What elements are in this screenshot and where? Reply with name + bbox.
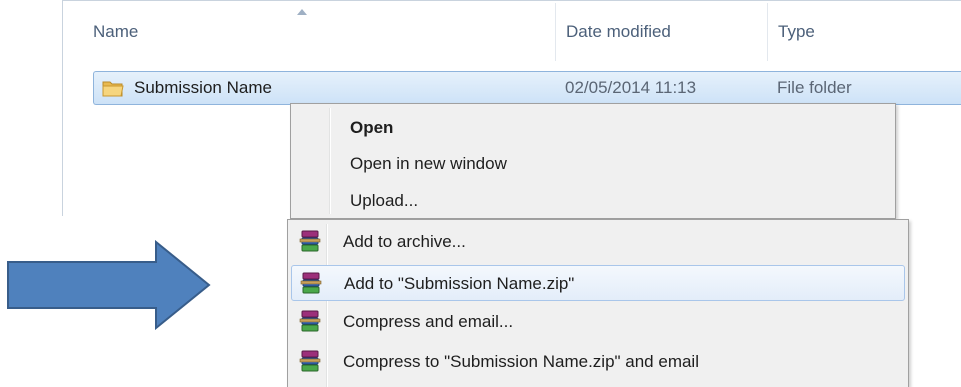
context-menu-shell: Open Open in new window Upload...: [290, 103, 896, 219]
menu-item-label: Add to archive...: [343, 232, 466, 251]
menu-item-label: Add to "Submission Name.zip": [344, 274, 575, 293]
column-header-date-label: Date modified: [566, 22, 671, 41]
column-header-type[interactable]: Type: [767, 3, 961, 61]
file-row-selected[interactable]: Submission Name 02/05/2014 11:13 File fo…: [93, 71, 961, 105]
menu-item-add-to-archive[interactable]: Add to archive...: [291, 224, 905, 260]
annotation-arrow-icon: [7, 240, 211, 330]
winrar-icon: [300, 272, 322, 294]
menu-gutter-divider: [329, 108, 331, 214]
folder-icon: [102, 81, 124, 97]
menu-item-label: Compress and email...: [343, 312, 514, 331]
menu-item-label: Compress to "Submission Name.zip" and em…: [343, 352, 699, 371]
menu-item-open[interactable]: Open: [350, 118, 393, 138]
column-header-name-label: Name: [93, 22, 139, 41]
menu-item-compress-and-email[interactable]: Compress and email...: [291, 304, 905, 340]
winrar-icon: [299, 230, 321, 252]
winrar-icon: [299, 350, 321, 372]
column-header-date-modified[interactable]: Date modified: [555, 3, 765, 61]
sort-ascending-icon: [297, 9, 307, 15]
file-date-modified: 02/05/2014 11:13: [565, 78, 697, 97]
winrar-icon: [299, 310, 321, 332]
menu-item-add-to-zip[interactable]: Add to "Submission Name.zip": [291, 265, 905, 301]
menu-item-upload[interactable]: Upload...: [350, 191, 418, 211]
column-header-name[interactable]: Name: [83, 3, 558, 61]
file-type: File folder: [777, 78, 852, 97]
context-menu-archive: Add to archive... Add to "Submission Nam…: [287, 219, 909, 387]
menu-item-open-new-window[interactable]: Open in new window: [350, 154, 507, 174]
file-name: Submission Name: [134, 78, 272, 97]
menu-item-compress-to-zip-and-email[interactable]: Compress to "Submission Name.zip" and em…: [291, 344, 905, 380]
column-header-type-label: Type: [778, 22, 815, 41]
